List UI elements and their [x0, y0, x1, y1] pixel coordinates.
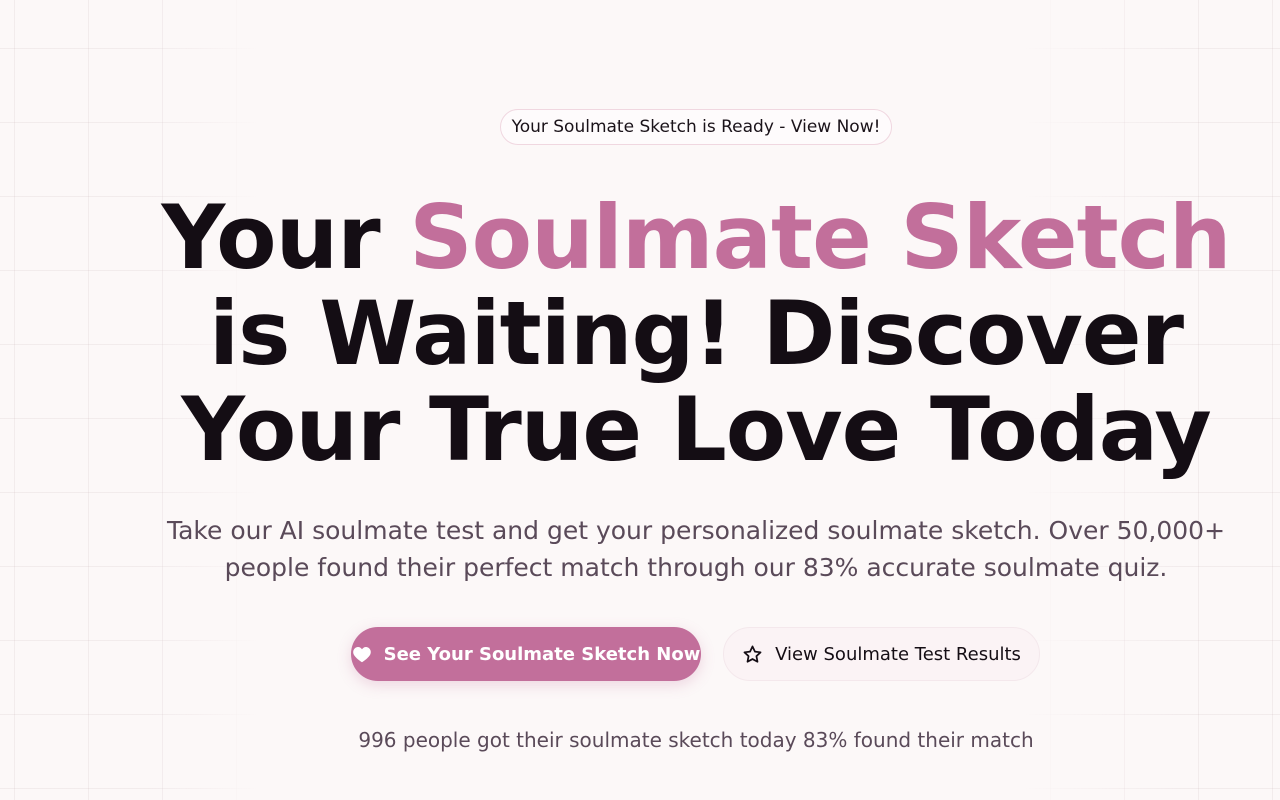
- view-test-results-button[interactable]: View Soulmate Test Results: [723, 627, 1040, 681]
- heart-icon: [352, 645, 372, 663]
- announcement-badge-text: Your Soulmate Sketch is Ready - View Now…: [511, 117, 881, 137]
- see-soulmate-sketch-label: See Your Soulmate Sketch Now: [383, 643, 701, 665]
- announcement-badge[interactable]: Your Soulmate Sketch is Ready - View Now…: [500, 109, 892, 145]
- hero-section: Your Soulmate Sketch is Ready - View Now…: [0, 0, 1280, 800]
- headline-rest: is Waiting! Discover Your True Love Toda…: [181, 282, 1212, 481]
- hero-subtitle: Take our AI soulmate test and get your p…: [166, 516, 1226, 582]
- star-icon: [742, 644, 763, 665]
- view-test-results-label: View Soulmate Test Results: [775, 643, 1021, 665]
- hero-headline: Your Soulmate Sketch is Waiting! Discove…: [150, 190, 1242, 478]
- headline-prefix: Your: [161, 186, 410, 289]
- social-proof-text: 996 people got their soulmate sketch tod…: [358, 728, 1034, 752]
- see-soulmate-sketch-button[interactable]: See Your Soulmate Sketch Now: [351, 627, 701, 681]
- headline-accent: Soulmate Sketch: [409, 186, 1231, 289]
